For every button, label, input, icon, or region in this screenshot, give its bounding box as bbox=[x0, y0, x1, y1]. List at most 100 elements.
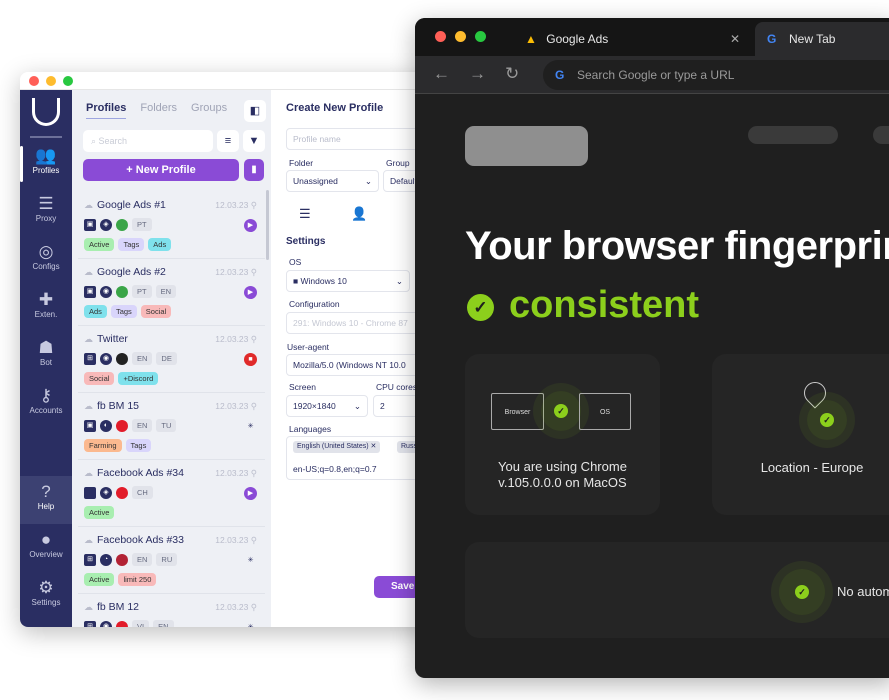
sort-button[interactable]: ≡ bbox=[217, 130, 239, 152]
robot-icon: ☗ bbox=[38, 338, 54, 357]
tag-badge: Social bbox=[140, 305, 172, 318]
pin-icon[interactable]: ⚲ bbox=[251, 602, 257, 612]
back-arrow-icon[interactable]: ← bbox=[433, 64, 450, 84]
tag-badge: Active bbox=[84, 506, 115, 519]
search-input[interactable]: ⌕ Search bbox=[83, 130, 213, 152]
language-badge: EN bbox=[153, 620, 174, 627]
settings-heading: Settings bbox=[286, 236, 326, 247]
omnibox[interactable]: G Search Google or type a URL bbox=[543, 60, 889, 90]
tab-new-tab[interactable]: G New Tab bbox=[755, 22, 889, 56]
user-settings-icon[interactable]: 👤 bbox=[351, 206, 367, 222]
sidebar-item-label: Overview bbox=[29, 550, 63, 559]
gear-icon: ⚙ bbox=[38, 578, 54, 597]
play-icon[interactable]: ▶ bbox=[244, 487, 257, 500]
profile-row[interactable]: ☁ Google Ads #2 12.03.23 ⚲ ▣ ◉ PT EN ▶ Ads Ta… bbox=[78, 259, 265, 326]
tab-groups[interactable]: Groups bbox=[191, 102, 227, 119]
os-label: OS bbox=[599, 409, 611, 416]
profile-row[interactable]: ☁ fb BM 15 12.03.23 ⚲ ▣ ◐ EN TU ✳ Farming Tag… bbox=[78, 393, 265, 460]
sidebar-item-overview[interactable]: ● Overview bbox=[20, 524, 72, 572]
loading-icon[interactable]: ✳ bbox=[244, 554, 257, 567]
close-tab-icon[interactable]: ✕ bbox=[730, 22, 740, 56]
profile-row[interactable]: ☁ Facebook Ads #33 12.03.23 ⚲ ⊞ ◔ EN RU ✳ Ac… bbox=[78, 527, 265, 594]
user-agent-input[interactable]: Mozilla/5.0 (Windows NT 10.0 bbox=[286, 354, 426, 376]
folder-label: Folder bbox=[289, 158, 314, 168]
profile-row[interactable]: ☁ Twitter 12.03.23 ⚲ ⊞ ◉ EN DE ■ Social +Disc… bbox=[78, 326, 265, 393]
sidebar-item-configs[interactable]: ◎ Configs bbox=[20, 236, 72, 284]
close-window-button[interactable] bbox=[435, 31, 446, 42]
pin-icon[interactable]: ⚲ bbox=[251, 200, 257, 210]
cloud-icon: ☁ bbox=[84, 602, 93, 612]
loading-icon[interactable]: ✳ bbox=[244, 621, 257, 627]
date-text: 12.03.23 bbox=[215, 200, 249, 210]
minimize-window-button[interactable] bbox=[455, 31, 466, 42]
sidebar-item-label: Configs bbox=[32, 262, 60, 271]
nav-placeholder bbox=[748, 126, 838, 144]
user-circle-icon: ● bbox=[40, 530, 52, 549]
new-profile-button[interactable]: + New Profile bbox=[83, 159, 239, 181]
filter-button[interactable]: ▼ bbox=[243, 130, 265, 152]
toggle-panel-button[interactable]: ◧ bbox=[244, 100, 266, 122]
languages-input[interactable]: English (United States) ✕ Russian en-US;… bbox=[286, 436, 436, 480]
profile-name-input[interactable]: Profile name bbox=[286, 128, 426, 150]
logo-placeholder bbox=[465, 126, 588, 166]
language-chip[interactable]: English (United States) ✕ bbox=[293, 441, 381, 453]
sidebar-item-exten[interactable]: ✚ Exten. bbox=[20, 284, 72, 332]
sidebar-item-bot[interactable]: ☗ Bot bbox=[20, 332, 72, 380]
sidebar-item-settings[interactable]: ⚙ Settings bbox=[20, 572, 72, 620]
date-text: 12.03.23 bbox=[215, 334, 249, 344]
pin-icon[interactable]: ⚲ bbox=[251, 334, 257, 344]
screen-select[interactable]: 1920×1840 ⌄ bbox=[286, 395, 368, 417]
language-badge: EN bbox=[132, 352, 153, 365]
maximize-window-button[interactable] bbox=[63, 76, 73, 86]
browser-os-card: Browser ✓ OS You are using Chrome v.105.… bbox=[465, 354, 660, 515]
minimize-window-button[interactable] bbox=[46, 76, 56, 86]
sidebar-item-profiles[interactable]: 👥 Profiles bbox=[20, 140, 72, 188]
forward-arrow-icon[interactable]: → bbox=[469, 64, 486, 84]
sidebar-item-proxy[interactable]: ☰ Proxy bbox=[20, 188, 72, 236]
browser-window: ▲ Google Ads ✕ G New Tab ← → ↻ G Search … bbox=[415, 18, 889, 678]
loading-icon[interactable]: ✳ bbox=[244, 420, 257, 433]
folder-select[interactable]: Unassigned ⌄ bbox=[286, 170, 379, 192]
tab-folders[interactable]: Folders bbox=[140, 102, 177, 119]
pin-icon[interactable]: ⚲ bbox=[251, 401, 257, 411]
sidebar-item-help[interactable]: ? Help bbox=[20, 476, 72, 524]
close-window-button[interactable] bbox=[29, 76, 39, 86]
finder-os-icon: ▣ bbox=[84, 285, 96, 298]
date-text: 12.03.23 bbox=[215, 602, 249, 612]
profile-row[interactable]: ☁ Google Ads #1 12.03.23 ⚲ ▣ ◈ PT ▶ Active T… bbox=[78, 192, 265, 259]
play-icon[interactable]: ▶ bbox=[244, 286, 257, 299]
language-badge: DE bbox=[156, 352, 177, 365]
profile-row[interactable]: ☁ fb BM 12 12.03.23 ⚲ ⊞ ◉ VIEN ✳ bbox=[78, 594, 265, 627]
tab-google-ads[interactable]: ▲ Google Ads ✕ bbox=[525, 22, 750, 56]
profile-date: 12.03.23 ⚲ bbox=[215, 468, 257, 479]
chrome-browser-icon: ◉ bbox=[100, 352, 112, 365]
configuration-input[interactable]: 291: Windows 10 - Chrome 87 bbox=[286, 312, 426, 334]
maximize-window-button[interactable] bbox=[475, 31, 486, 42]
tab-profiles[interactable]: Profiles bbox=[86, 102, 127, 119]
os-select[interactable]: ■ Windows 10 ⌄ bbox=[286, 270, 410, 292]
apple-os-icon bbox=[84, 486, 96, 499]
import-button[interactable]: ▮ bbox=[244, 159, 264, 181]
chevron-down-icon: ⌄ bbox=[364, 176, 372, 186]
tag-badge: Social bbox=[84, 372, 115, 385]
divider bbox=[30, 136, 62, 138]
language-badge: RU bbox=[156, 553, 178, 566]
profile-name: ☁ fb BM 15 bbox=[84, 400, 139, 412]
puzzle-icon: ✚ bbox=[38, 290, 54, 309]
search-placeholder: Search bbox=[98, 136, 128, 146]
stop-icon[interactable]: ■ bbox=[244, 353, 257, 366]
fingerprint-icon: ◎ bbox=[38, 242, 54, 261]
browser-label: Browser bbox=[504, 409, 531, 416]
play-icon[interactable]: ▶ bbox=[244, 219, 257, 232]
settings-sliders-icon[interactable]: ☰ bbox=[299, 206, 311, 222]
tag-badge: Tags bbox=[118, 238, 145, 251]
scrollbar[interactable] bbox=[266, 190, 269, 260]
pin-icon[interactable]: ⚲ bbox=[251, 267, 257, 277]
reload-icon[interactable]: ↻ bbox=[505, 64, 519, 84]
pin-icon[interactable]: ⚲ bbox=[251, 535, 257, 545]
sidebar-item-accounts[interactable]: ⚷ Accounts bbox=[20, 380, 72, 428]
profile-row[interactable]: ☁ Facebook Ads #34 12.03.23 ⚲ ◈ CH ▶ Active bbox=[78, 460, 265, 527]
pin-icon[interactable]: ⚲ bbox=[251, 468, 257, 478]
tag-badge: Farming bbox=[84, 439, 122, 452]
user-agent-label: User-agent bbox=[287, 342, 330, 352]
